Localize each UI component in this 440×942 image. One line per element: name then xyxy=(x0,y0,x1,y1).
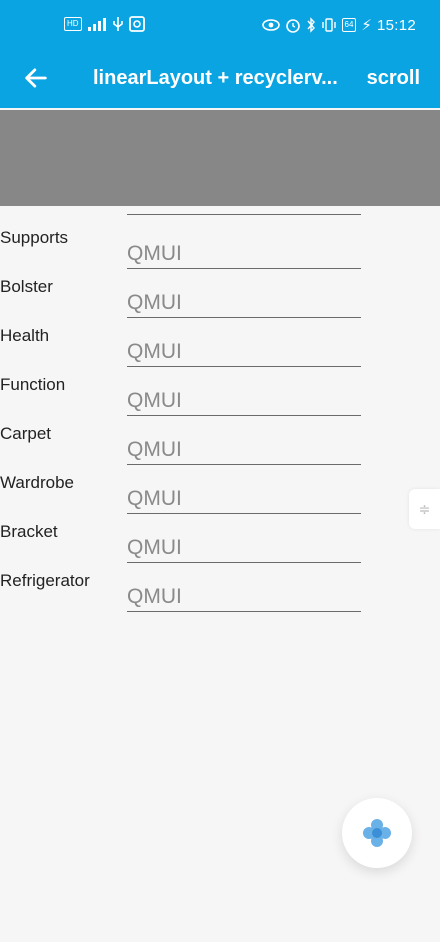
text-field[interactable]: QMUI xyxy=(127,234,361,269)
list-item: Supports QMUI xyxy=(0,228,440,277)
field-label: Refrigerator xyxy=(0,571,90,590)
field-label: Bolster xyxy=(0,277,53,296)
list-item: Function QMUI xyxy=(0,375,440,424)
eye-icon xyxy=(261,19,280,31)
status-bar: HD 64 ⚡ 15:12 xyxy=(0,0,440,50)
app-notification-icon xyxy=(128,16,145,32)
status-left-icons: HD xyxy=(64,16,145,32)
page-title: linearLayout + recyclerv... xyxy=(93,67,338,89)
battery-indicator: 64 xyxy=(341,18,357,32)
side-drag-handle[interactable]: ≑ xyxy=(409,489,440,529)
signal-icon xyxy=(87,18,106,31)
list-item: Wardrobe QMUI xyxy=(0,473,440,522)
floating-action-button[interactable] xyxy=(342,798,412,868)
previous-field-underline xyxy=(127,208,361,215)
app-bar: linearLayout + recyclerv... scroll xyxy=(0,50,440,108)
list-item: Bolster QMUI xyxy=(0,277,440,326)
text-field[interactable]: QMUI xyxy=(127,283,361,318)
flower-icon xyxy=(363,819,391,847)
clock: 15:12 xyxy=(376,16,416,34)
text-field[interactable]: QMUI xyxy=(127,332,361,367)
field-label: Health xyxy=(0,326,50,345)
field-label: Carpet xyxy=(0,424,52,443)
status-right-icons: 64 ⚡ 15:12 xyxy=(261,16,417,34)
drag-handle-icon: ≑ xyxy=(418,500,431,517)
arrow-left-icon[interactable] xyxy=(22,64,50,92)
text-field[interactable]: QMUI xyxy=(127,577,361,612)
vibrate-icon xyxy=(321,18,336,32)
field-label: Function xyxy=(0,375,66,394)
text-field[interactable]: QMUI xyxy=(127,479,361,514)
list-item: Carpet QMUI xyxy=(0,424,440,473)
alarm-icon xyxy=(285,19,300,33)
charging-icon: ⚡ xyxy=(361,17,372,34)
scroll-button[interactable]: scroll xyxy=(367,67,420,90)
field-label: Supports xyxy=(0,228,69,247)
text-field[interactable]: QMUI xyxy=(127,381,361,416)
list-item: Bracket QMUI xyxy=(0,522,440,571)
list-item: Health QMUI xyxy=(0,326,440,375)
list-item: Refrigerator QMUI xyxy=(0,571,440,620)
header-block xyxy=(0,110,440,206)
field-label: Wardrobe xyxy=(0,473,75,492)
hd-icon: HD xyxy=(64,17,82,31)
bluetooth-icon xyxy=(306,17,315,33)
text-field[interactable]: QMUI xyxy=(127,430,361,465)
text-field[interactable]: QMUI xyxy=(127,528,361,563)
field-label: Bracket xyxy=(0,522,58,541)
usb-icon xyxy=(112,17,123,31)
